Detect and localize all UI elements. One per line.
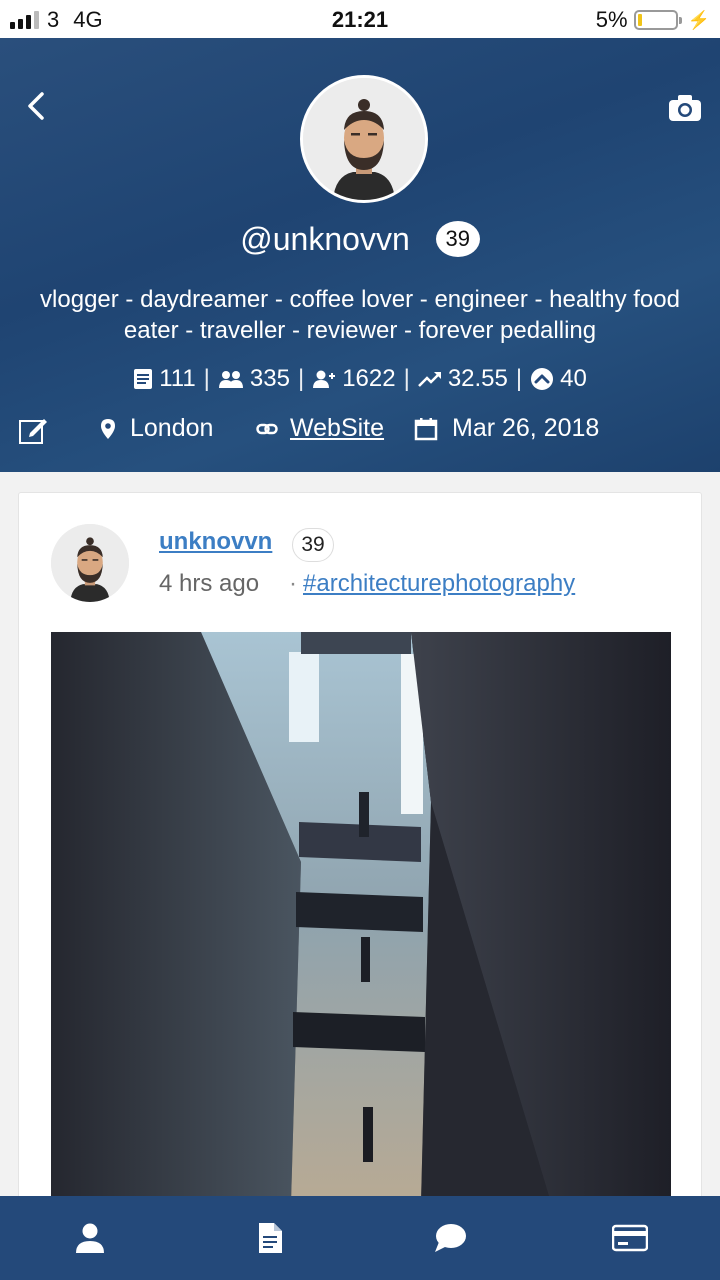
status-bar: 3 4G 21:21 5% ⚡ bbox=[0, 0, 720, 38]
post-tag-link[interactable]: #architecturephotography bbox=[303, 570, 575, 597]
back-button[interactable] bbox=[24, 90, 54, 130]
calendar-icon bbox=[414, 417, 438, 440]
stat-separator: | bbox=[515, 365, 523, 392]
profile-bio: vlogger - daydreamer - coffee lover - en… bbox=[40, 286, 680, 344]
post-author-reputation: 39 bbox=[292, 528, 334, 562]
stat-following[interactable]: 1622 bbox=[312, 365, 396, 393]
document-icon bbox=[259, 1223, 282, 1253]
map-pin-icon bbox=[101, 418, 115, 439]
status-right: 5% ⚡ bbox=[596, 7, 710, 33]
stat-followers[interactable]: 335 bbox=[218, 365, 290, 393]
stat-following-value: 1622 bbox=[342, 365, 396, 392]
stat-separator: | bbox=[297, 365, 305, 392]
nav-profile-button[interactable] bbox=[60, 1208, 120, 1268]
post-separator: · bbox=[289, 570, 297, 597]
post-author-avatar[interactable] bbox=[51, 524, 129, 602]
profile-username: @unknovvn bbox=[240, 221, 410, 257]
chevron-left-icon bbox=[28, 92, 44, 120]
stat-votes[interactable]: 40 bbox=[530, 365, 587, 393]
battery-percent: 5% bbox=[595, 7, 628, 32]
camera-icon bbox=[669, 95, 701, 121]
post-image[interactable] bbox=[51, 632, 671, 1203]
nav-comments-button[interactable] bbox=[420, 1208, 480, 1268]
stat-separator: | bbox=[403, 365, 410, 392]
joined-date: Mar 26, 2018 bbox=[452, 414, 600, 442]
profile-meta: London WebSite Mar 26, 2018 bbox=[0, 411, 720, 447]
posts-icon bbox=[134, 369, 153, 389]
post-author-link[interactable]: unknovvn bbox=[159, 528, 272, 556]
stat-power[interactable]: 32.55 bbox=[417, 365, 508, 393]
trending-up-icon bbox=[417, 372, 441, 387]
profile-website[interactable]: WebSite bbox=[256, 414, 384, 443]
stat-power-value: 32.55 bbox=[447, 365, 508, 392]
location-text: London bbox=[130, 414, 214, 442]
stat-posts-value: 111 bbox=[159, 365, 196, 392]
website-link[interactable]: WebSite bbox=[290, 414, 384, 443]
nav-wallet-button[interactable] bbox=[600, 1208, 660, 1268]
nav-posts-button[interactable] bbox=[240, 1208, 300, 1268]
post-time: 4 hrs ago bbox=[159, 570, 260, 597]
post-tag: · #architecturephotography bbox=[289, 570, 575, 598]
profile-stats: 111 | 335 | 1622 | 32.55 | 40 bbox=[0, 365, 720, 393]
charging-icon: ⚡ bbox=[687, 9, 710, 30]
link-icon bbox=[256, 423, 278, 434]
bottom-nav bbox=[0, 1196, 720, 1280]
reputation-badge: 39 bbox=[435, 221, 480, 257]
stat-followers-value: 335 bbox=[249, 365, 290, 392]
chat-bubble-icon bbox=[435, 1224, 466, 1252]
post-card[interactable]: unknovvn 39 4 hrs ago · #architecturephot… bbox=[18, 492, 702, 1203]
avatar-illustration bbox=[303, 78, 425, 200]
architecture-photo bbox=[51, 632, 671, 1203]
followers-icon bbox=[218, 371, 243, 388]
profile-location: London bbox=[100, 414, 213, 443]
stat-votes-value: 40 bbox=[560, 365, 587, 392]
credit-card-icon bbox=[612, 1224, 648, 1252]
stat-posts[interactable]: 111 bbox=[133, 365, 196, 393]
profile-avatar[interactable] bbox=[300, 75, 428, 203]
profile-header: @unknovvn 39 vlogger - daydreamer - coffe… bbox=[0, 38, 720, 472]
stat-separator: | bbox=[203, 365, 210, 392]
username-row: @unknovvn 39 bbox=[0, 221, 720, 258]
battery-icon bbox=[633, 10, 682, 30]
add-user-icon bbox=[313, 370, 336, 388]
edit-icon bbox=[19, 419, 47, 444]
avatar-illustration bbox=[51, 524, 129, 602]
camera-button[interactable] bbox=[668, 94, 702, 122]
edit-profile-button[interactable] bbox=[18, 415, 48, 445]
profile-joined: Mar 26, 2018 bbox=[414, 414, 599, 443]
user-icon bbox=[76, 1223, 104, 1253]
upvote-icon bbox=[531, 368, 554, 390]
